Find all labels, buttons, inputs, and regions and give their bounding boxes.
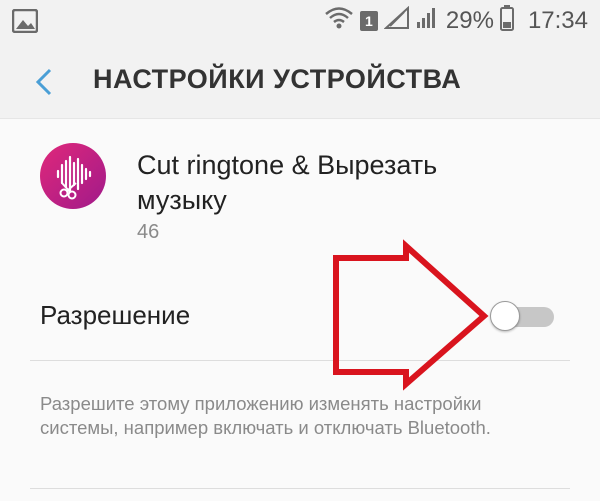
bottom-divider — [30, 488, 570, 489]
permission-label: Разрешение — [40, 300, 191, 330]
screen: 1 29% 17:34 НАСТРОЙКИ УСТРОЙСТВА Cut rin… — [0, 0, 600, 501]
signal-icon — [416, 6, 438, 37]
status-icons: 1 29% 17:34 — [324, 4, 588, 38]
permission-toggle[interactable] — [490, 301, 554, 333]
back-button[interactable] — [30, 64, 62, 100]
permission-description: Разрешите этому приложению изменять наст… — [40, 393, 491, 438]
app-version: 46 — [137, 221, 160, 243]
image-notification-icon — [11, 8, 39, 38]
clock: 17:34 — [527, 7, 588, 34]
sim-badge: 1 — [359, 11, 378, 31]
battery-icon — [499, 4, 514, 38]
battery-percent: 29% — [445, 7, 494, 34]
app-name: Cut ringtone & Вырезать музыку — [137, 150, 438, 215]
divider — [30, 360, 570, 361]
page-title: НАСТРОЙКИ УСТРОЙСТВА — [93, 64, 462, 94]
toggle-thumb — [490, 301, 520, 331]
wifi-icon — [324, 6, 354, 37]
app-icon — [40, 143, 106, 209]
chevron-left-icon — [35, 68, 52, 96]
audio-waveform-scissors-icon — [40, 143, 106, 209]
status-bar: 1 29% 17:34 — [0, 0, 600, 42]
no-signal-icon — [383, 5, 410, 37]
permission-row[interactable]: Разрешение — [0, 272, 600, 356]
app-bar: НАСТРОЙКИ УСТРОЙСТВА — [0, 42, 600, 119]
